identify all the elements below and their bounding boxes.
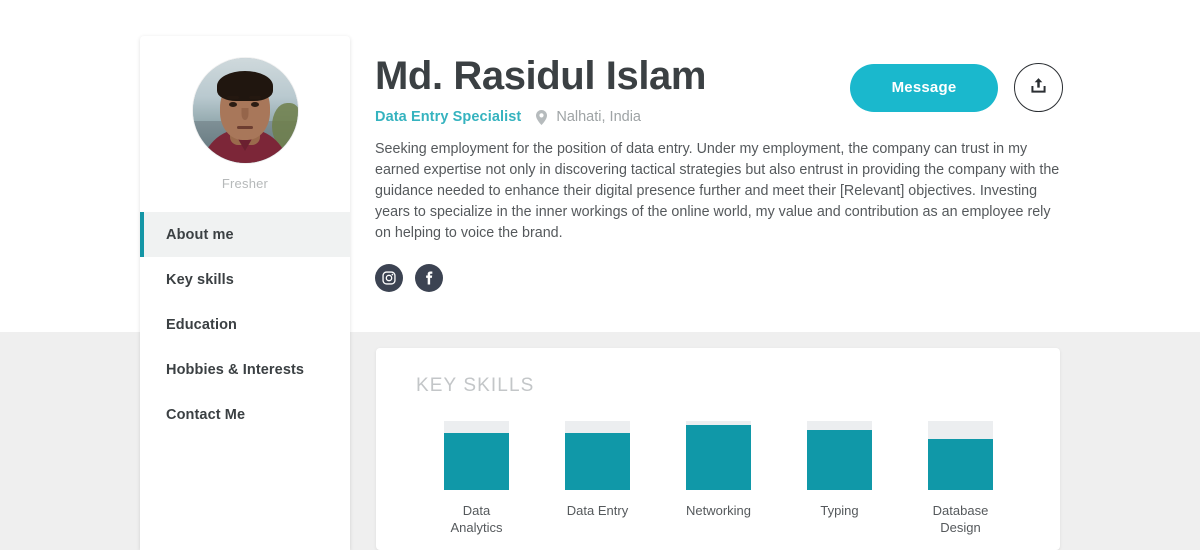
skill-bar-label: Data Analytics: [450, 503, 503, 535]
avatar-block: Fresher: [140, 36, 350, 191]
location-pin-icon: [536, 109, 548, 125]
skill-bar-label: Typing: [820, 503, 859, 518]
skill-bar-item: Typing: [779, 421, 900, 536]
share-button[interactable]: [1014, 63, 1063, 112]
sidebar-item-key-skills[interactable]: Key skills: [140, 257, 350, 302]
skill-bar-label: Data Entry: [566, 503, 629, 518]
avatar-caption: Fresher: [221, 176, 269, 191]
skill-bar-fill: [565, 432, 630, 490]
key-skills-chart: Data Analytics Data Entry Networking Typ…: [416, 421, 1021, 536]
skill-bar-fill: [928, 438, 993, 490]
sidebar-item-hobbies-interests[interactable]: Hobbies & Interests: [140, 347, 350, 392]
share-upload-icon: [1029, 76, 1048, 100]
sidebar-item-label: Key skills: [166, 271, 234, 288]
sidebar-item-label: Hobbies & Interests: [166, 361, 305, 378]
skill-bar-item: Data Analytics: [416, 421, 537, 536]
skill-bar-item: Networking: [658, 421, 779, 536]
key-skills-card: KEY SKILLS Data Analytics Data Entry Net…: [376, 348, 1060, 550]
job-title: Data Entry Specialist: [375, 109, 522, 126]
sidebar-nav: About me Key skills Education Hobbies & …: [140, 212, 350, 437]
skill-bar-fill: [807, 429, 872, 490]
sidebar-item-label: Contact Me: [166, 406, 246, 423]
skill-bar-item: Data Entry: [537, 421, 658, 536]
sidebar-item-label: Education: [166, 316, 237, 333]
skill-bar-fill: [686, 425, 751, 490]
key-skills-title: KEY SKILLS: [416, 375, 535, 396]
social-links: [375, 264, 1065, 293]
sidebar-item-contact-me[interactable]: Contact Me: [140, 392, 350, 437]
sidebar-item-label: About me: [166, 226, 234, 243]
location-text: Nalhati, India: [556, 109, 641, 126]
skill-bar-label: Database Design: [932, 503, 989, 535]
skill-bar-item: Database Design: [900, 421, 1021, 536]
skill-bar-track: [565, 421, 630, 490]
skill-bar-track: [444, 421, 509, 490]
skill-bar-track: [807, 421, 872, 490]
facebook-icon[interactable]: [415, 264, 443, 293]
sidebar-item-about-me[interactable]: About me: [140, 212, 350, 257]
skill-bar-track: [686, 421, 751, 490]
sidebar: Fresher About me Key skills Education Ho…: [140, 36, 350, 550]
profile-bio: Seeking employment for the position of d…: [375, 141, 1060, 242]
message-button[interactable]: Message: [850, 63, 998, 112]
avatar: [192, 58, 298, 163]
skill-bar-track: [928, 421, 993, 490]
instagram-icon[interactable]: [375, 264, 403, 293]
header-actions: Message: [850, 63, 1063, 112]
sidebar-item-education[interactable]: Education: [140, 302, 350, 347]
skill-bar-label: Networking: [685, 503, 752, 518]
skill-bar-fill: [444, 432, 509, 490]
